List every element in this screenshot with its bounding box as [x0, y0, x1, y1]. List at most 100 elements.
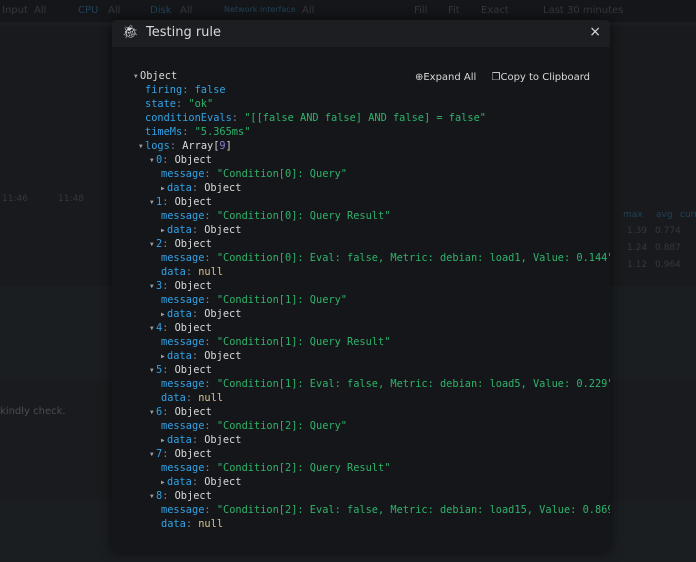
log-data-value: Object	[204, 182, 242, 194]
log-data[interactable]: ▶ data: Object	[134, 307, 610, 321]
log-entry-8[interactable]: ▼ 8: Object	[134, 489, 610, 503]
log-data: data: null	[134, 517, 610, 531]
log-entry-5[interactable]: ▼ 5: Object	[134, 363, 610, 377]
log-data-value: Object	[204, 350, 242, 362]
log-message-value: "Condition[2]: Query"	[216, 420, 347, 432]
log-type: Object	[174, 154, 212, 166]
separator: :	[191, 308, 205, 320]
separator: :	[191, 350, 205, 362]
separator: :	[204, 504, 217, 516]
logs-count: 9	[219, 140, 226, 152]
log-entry-6[interactable]: ▼ 6: Object	[134, 405, 610, 419]
log-entry-2[interactable]: ▼ 2: Object	[134, 237, 610, 251]
separator: :	[204, 252, 217, 264]
log-message-value: "Condition[2]: Query Result"	[216, 462, 391, 474]
log-type: Object	[174, 490, 212, 502]
modal-title: Testing rule	[146, 25, 222, 40]
field-condition-evals: conditionEvals: "[[false AND false] AND …	[145, 112, 486, 124]
log-type: Object	[174, 322, 212, 334]
modal-header: 🐞︎ Testing rule ×	[112, 20, 610, 47]
log-message-value: "Condition[0]: Query Result"	[216, 210, 391, 222]
log-data[interactable]: ▶ data: Object	[134, 433, 610, 447]
log-data-value: null	[198, 392, 224, 404]
log-data-value: Object	[204, 308, 242, 320]
field-state: state: "ok"	[145, 98, 214, 110]
log-type: Object	[174, 196, 212, 208]
log-data[interactable]: ▶ data: Object	[134, 223, 610, 237]
log-message: message: "Condition[2]: Query"	[134, 419, 610, 433]
log-data[interactable]: ▶ data: Object	[134, 475, 610, 489]
field-firing: firing: false	[145, 84, 226, 96]
separator: :	[162, 448, 175, 460]
separator: :	[191, 182, 205, 194]
field-logs[interactable]: ▼ logs: Array[9]	[134, 139, 610, 153]
key: message	[161, 336, 205, 348]
separator: :	[191, 434, 205, 446]
separator: :	[185, 266, 199, 278]
separator: :	[204, 462, 217, 474]
log-data-value: Object	[204, 434, 242, 446]
time-ms-value: "5.365ms"	[194, 126, 251, 138]
separator: :	[162, 154, 175, 166]
separator: :	[162, 364, 175, 376]
separator: :	[162, 280, 175, 292]
key: data	[161, 392, 186, 404]
log-message-value: "Condition[0]: Query"	[216, 168, 347, 180]
key: data	[167, 224, 192, 236]
log-message: message: "Condition[0]: Query Result"	[134, 209, 610, 223]
log-entry-3[interactable]: ▼ 3: Object	[134, 279, 610, 293]
log-data-value: null	[198, 266, 224, 278]
condition-evals-value: "[[false AND false] AND false] = false"	[244, 112, 486, 124]
separator: :	[185, 392, 199, 404]
separator: :	[204, 294, 217, 306]
key: data	[167, 434, 192, 446]
logs-list: ▼ 0: Object message: "Condition[0]: Query"…	[134, 153, 610, 531]
log-message: message: "Condition[1]: Eval: false, Met…	[134, 377, 610, 391]
log-message: message: "Condition[2]: Query Result"	[134, 461, 610, 475]
key: message	[161, 462, 205, 474]
log-message-value: "Condition[2]: Eval: false, Metric: debi…	[216, 504, 610, 516]
log-message: message: "Condition[0]: Eval: false, Met…	[134, 251, 610, 265]
separator: :	[191, 476, 205, 488]
log-entry-4[interactable]: ▼ 4: Object	[134, 321, 610, 335]
log-message-value: "Condition[1]: Query"	[216, 294, 347, 306]
log-message-value: "Condition[1]: Eval: false, Metric: debi…	[216, 378, 610, 390]
key: message	[161, 294, 205, 306]
key: message	[161, 252, 205, 264]
separator: :	[162, 238, 175, 250]
log-message: message: "Condition[2]: Eval: false, Met…	[134, 503, 610, 517]
log-message-value: "Condition[1]: Query Result"	[216, 336, 391, 348]
separator: :	[204, 336, 217, 348]
testing-rule-modal: 🐞︎ Testing rule × ⊕Expand All ❐Copy to C…	[112, 20, 610, 552]
separator: :	[185, 518, 199, 530]
log-entry-0[interactable]: ▼ 0: Object	[134, 153, 610, 167]
log-type: Object	[174, 238, 212, 250]
separator: :	[204, 420, 217, 432]
firing-value: false	[194, 84, 226, 96]
json-tree: ▼ Object firing: false state: "ok" condit…	[134, 69, 610, 531]
log-message: message: "Condition[0]: Query"	[134, 167, 610, 181]
key: message	[161, 210, 205, 222]
state-value: "ok"	[188, 98, 214, 110]
bug-icon: 🐞︎	[122, 25, 139, 40]
root-type: Object	[140, 70, 178, 82]
key: data	[167, 308, 192, 320]
field-time-ms: timeMs: "5.365ms"	[145, 126, 251, 138]
log-data[interactable]: ▶ data: Object	[134, 181, 610, 195]
log-type: Object	[174, 406, 212, 418]
log-data-value: Object	[204, 224, 242, 236]
separator: :	[204, 168, 217, 180]
log-data-value: Object	[204, 476, 242, 488]
log-type: Object	[174, 364, 212, 376]
tree-root[interactable]: ▼ Object	[134, 69, 610, 83]
log-entry-1[interactable]: ▼ 1: Object	[134, 195, 610, 209]
log-data[interactable]: ▶ data: Object	[134, 349, 610, 363]
log-type: Object	[174, 448, 212, 460]
log-entry-7[interactable]: ▼ 7: Object	[134, 447, 610, 461]
separator: :	[204, 210, 217, 222]
key: message	[161, 504, 205, 516]
log-message: message: "Condition[1]: Query Result"	[134, 335, 610, 349]
key: message	[161, 420, 205, 432]
close-button[interactable]: ×	[589, 24, 601, 40]
key: data	[161, 518, 186, 530]
